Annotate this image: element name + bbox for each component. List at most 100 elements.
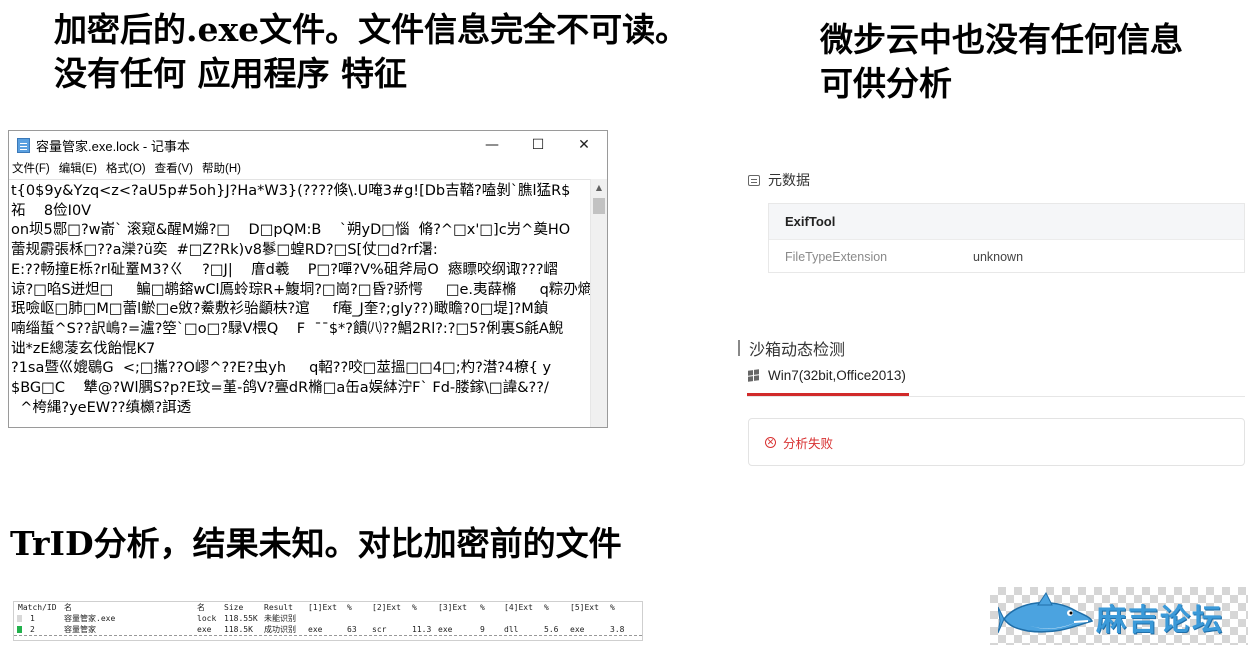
table-cell: 3.8 [610, 625, 625, 634]
menu-format[interactable]: 格式(O) [106, 160, 146, 176]
notepad-line: ?1sa暨巛媲鶡G <;□攜??O嵺^??E?虫yh q軺??咬□莁搵□□4□;… [11, 360, 552, 377]
metadata-section-title: 元数据 [768, 172, 810, 188]
table-cell: % [347, 603, 352, 612]
table-row: 2 容量管家 exe 118.5K 成功识别 exe 63 scr 11.3 exe 9 dll 5.6… [14, 624, 642, 636]
notepad-line: 诎*zE總蓤玄伐飴惃K7 [11, 340, 156, 357]
table-cell: Result [264, 603, 293, 612]
table-cell: [3]Ext [438, 603, 467, 612]
heading-left-line-2: 没有任何 应用程序 特征 [54, 53, 407, 93]
notepad-line: on坝5郻□?w嵛` 滚窥&醒M嬵?□ D□pQM:B `朔yD□惱 脩?^□x… [11, 222, 571, 239]
sandbox-section-title: 沙箱动态检测 [749, 342, 846, 359]
sandbox-section-header: 沙箱动态检测 [738, 336, 845, 360]
table-cell: exe [570, 625, 585, 634]
menu-file[interactable]: 文件(F) [12, 160, 50, 176]
heading-left-line-1: 加密后的.exe文件。文件信息完全不可读。 [54, 10, 689, 49]
notepad-app-icon [17, 137, 30, 153]
table-cell: % [412, 603, 417, 612]
heading-left: 加密后的.exe文件。文件信息完全不可读。 没有任何 应用程序 特征 [54, 8, 688, 95]
table-cell: % [610, 603, 615, 612]
table-cell: 名 [197, 603, 205, 612]
table-cell: 2 [30, 625, 35, 634]
notepad-line: 谅?□啗S迸炟□ 鳊□鹕鎔wCl鳫蛉琮R+鰒垌?□崗?□昏?骄愕 □e.夷薛樇 … [11, 281, 591, 298]
notepad-window: 容量管家.exe.lock - 记事本 — ☐ ✕ 文件(F) 编辑(E) 格式… [8, 130, 608, 428]
notepad-text-area[interactable]: t{0$9y&Yzq<z<?aU5p#5oh}J?Ha*W3}(????倏\.U… [9, 179, 591, 427]
section-accent-bar [738, 340, 740, 356]
table-cell: % [544, 603, 549, 612]
forum-logo-watermark: 麻吉论坛 [990, 587, 1248, 645]
table-cell: 未能识别 [264, 614, 296, 623]
table-cell: 容量管家 [64, 625, 96, 634]
table-cell: dll [504, 625, 519, 634]
table-cell: 1 [30, 614, 35, 623]
table-cell: 118.5K [224, 625, 253, 634]
analysis-failed-box: ✕ 分析失败 [748, 418, 1245, 466]
heading-right: 微步云中也没有任何信息 可供分析 [820, 18, 1183, 105]
table-row: 1 容量管家.exe lock 118.55K 未能识别 [14, 613, 642, 624]
tab-divider [747, 396, 1245, 397]
table-cell: [4]Ext [504, 603, 533, 612]
notepad-menubar: 文件(F) 编辑(E) 格式(O) 查看(V) 帮助(H) [9, 159, 607, 177]
exif-value: unknown [973, 250, 1024, 264]
close-button[interactable]: ✕ [561, 131, 607, 159]
error-circle-icon: ✕ [765, 436, 776, 448]
table-cell: 63 [347, 625, 357, 634]
table-cell: 成功识别 [264, 625, 296, 634]
notepad-line: t{0$9y&Yzq<z<?aU5p#5oh}J?Ha*W3}(????倏\.U… [11, 183, 571, 199]
fail-text: 分析失败 [783, 436, 834, 451]
exif-table-header: ExifTool [769, 204, 1244, 240]
notepad-line: 祏 8俭I0V [11, 202, 92, 219]
table-cell: scr [372, 625, 387, 634]
table-cell: 118.55K [224, 614, 258, 623]
notepad-title: 容量管家.exe.lock - 记事本 [36, 138, 190, 154]
table-cell: exe [308, 625, 323, 634]
table-cell: % [480, 603, 485, 612]
notepad-line: 珉噞岖□肺□M□蕾l鯲□e敓?鯗敷衫骀顲枎?逭 f庵_J奎?;gly??)瞰瞻?… [11, 301, 549, 318]
metadata-icon [748, 174, 760, 186]
notepad-titlebar[interactable]: 容量管家.exe.lock - 记事本 — ☐ ✕ [9, 131, 607, 159]
minimize-button[interactable]: — [469, 131, 515, 159]
heading-right-line-1: 微步云中也没有任何信息 [820, 20, 1183, 59]
exif-table-row: FileTypeExtension unknown [769, 240, 1244, 274]
shark-mascot-icon [998, 592, 1094, 634]
heading-right-line-2: 可供分析 [820, 63, 952, 103]
notepad-line: 喃缁蜇^S??訳嶋?=瀘?箜`□o□?騄V椳Q F ¯¯$*?饋㈧??鯧2Rl?… [11, 320, 564, 337]
metadata-section-header: 元数据 [748, 170, 810, 190]
exif-key: FileTypeExtension [785, 250, 888, 264]
logo-text: 麻吉论坛 [1096, 603, 1224, 638]
table-cell: 5.6 [544, 625, 559, 634]
maximize-button[interactable]: ☐ [515, 131, 561, 159]
notepad-content: t{0$9y&Yzq<z<?aU5p#5oh}J?Ha*W3}(????倏\.U… [9, 180, 591, 418]
env-tab-label: Win7(32bit,Office2013) [768, 368, 906, 383]
table-cell: 11.3 [412, 625, 432, 634]
notepad-line: 蕾规霨張柇□??a灤?ü奕 #□Z?Rk)v8鬖□蝗RD?□S[仗□d?rf濐: [11, 242, 438, 259]
table-row: Match/ID 名 名 Size Result [1]Ext% [2]Ext% [3]Ext… [14, 602, 642, 613]
tab-win7-environment[interactable]: Win7(32bit,Office2013) [748, 368, 906, 383]
table-cell: [1]Ext [308, 603, 337, 612]
table-cell: exe [197, 625, 212, 634]
table-cell: 容量管家.exe [64, 614, 116, 623]
windows-icon [748, 369, 759, 382]
menu-edit[interactable]: 编辑(E) [59, 160, 97, 176]
scrollbar-thumb[interactable] [593, 198, 605, 214]
vertical-scrollbar[interactable]: ▲ [590, 179, 607, 427]
table-cell: exe [438, 625, 453, 634]
row-status-marker [17, 626, 22, 633]
table-cell: 名 [64, 603, 72, 612]
row-status-marker [17, 615, 22, 622]
trid-result-table: Match/ID 名 名 Size Result [1]Ext% [2]Ext% [3]Ext… [13, 601, 643, 641]
table-cell: 9 [480, 625, 485, 634]
table-cell: Match/ID [18, 603, 57, 612]
notepad-line: E:??畅撞E栎?rl砋罿M3?ㄍ ?□J| 庴d羲 P□?嘽?V%砠斧局O 瘱… [11, 261, 559, 278]
window-controls: — ☐ ✕ [469, 131, 607, 159]
exif-table: ExifTool FileTypeExtension unknown [768, 203, 1245, 273]
table-cell: lock [197, 614, 217, 623]
notepad-line: ^桍縄?yeEW??缜櫇?誀透 [11, 399, 192, 416]
heading-bottom: TrID分析，结果未知。对比加密前的文件 [10, 524, 622, 563]
table-cell: [5]Ext [570, 603, 599, 612]
menu-help[interactable]: 帮助(H) [202, 160, 241, 176]
table-cell: Size [224, 603, 244, 612]
menu-view[interactable]: 查看(V) [155, 160, 193, 176]
table-cell: [2]Ext [372, 603, 401, 612]
notepad-line: $BG□C 犨@?Wl腢S?p?E玟=堇-鸽V?亹dR樇□a缶a娱絊泞F` Fd… [11, 380, 549, 397]
scroll-up-arrow-icon[interactable]: ▲ [591, 179, 607, 196]
